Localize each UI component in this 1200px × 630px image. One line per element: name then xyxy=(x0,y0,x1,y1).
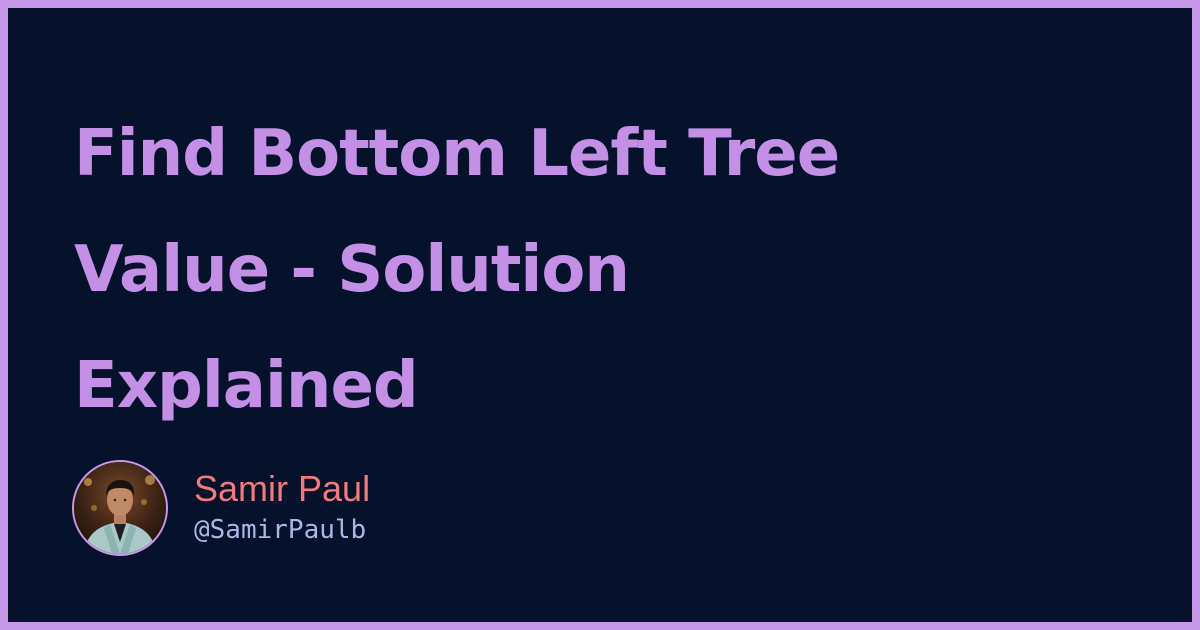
author-handle: @SamirPaulb xyxy=(194,515,367,545)
title-line-2: Value - Solution xyxy=(74,233,630,307)
og-card: Find Bottom Left Tree Value - Solution E… xyxy=(8,8,1192,622)
avatar xyxy=(72,460,168,556)
page-title: Find Bottom Left Tree Value - Solution E… xyxy=(74,96,1074,444)
avatar-photo-icon xyxy=(74,462,166,554)
title-line-3: Explained xyxy=(74,349,419,423)
author-name: Samir Paul xyxy=(194,468,371,509)
author-text: Samir Paul @SamirPaulb xyxy=(194,468,370,548)
author-block: Samir Paul @SamirPaulb xyxy=(72,458,370,558)
title-line-1: Find Bottom Left Tree xyxy=(74,117,840,191)
